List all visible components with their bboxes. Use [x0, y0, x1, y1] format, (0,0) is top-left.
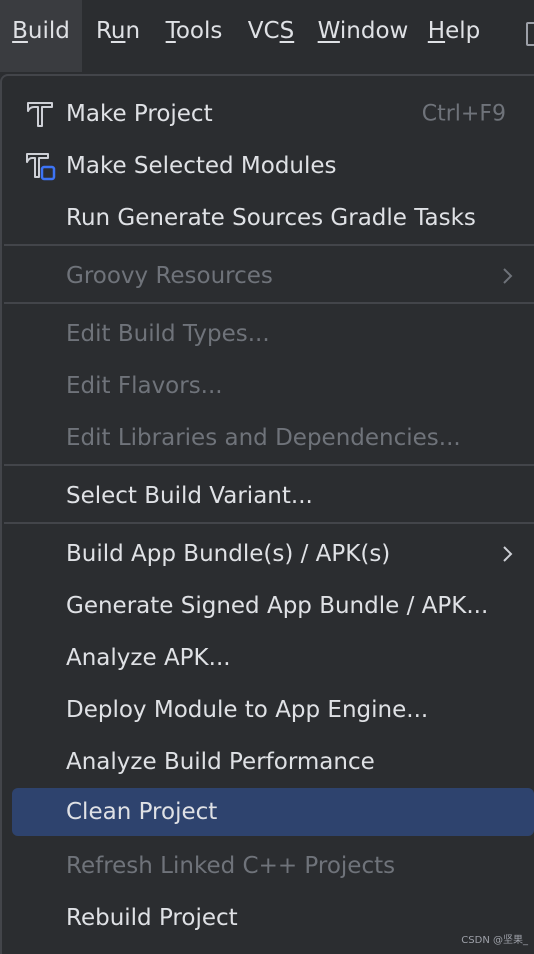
menu-run-pre: R	[96, 18, 111, 44]
menu-vcs-pre: VC	[248, 18, 280, 44]
window-control-icon[interactable]	[526, 22, 534, 46]
menu-vcs[interactable]: VCS	[234, 0, 308, 72]
build-menu-dropdown: Make Project Ctrl+F9 Make Selected Modul…	[0, 74, 534, 954]
menu-help-mnemonic: H	[428, 18, 445, 44]
menu-vcs-mnemonic: S	[280, 18, 295, 44]
menu-window-mnemonic: W	[318, 18, 340, 44]
menu-item-label: Edit Flavors...	[66, 373, 223, 399]
menu-item-label: Refresh Linked C++ Projects	[66, 853, 395, 879]
menu-item-rebuild-project[interactable]: Rebuild Project	[2, 892, 534, 944]
menu-item-label: Build App Bundle(s) / APK(s)	[66, 541, 390, 567]
menu-build[interactable]: Build	[0, 0, 82, 72]
menu-item-label: Analyze APK...	[66, 645, 231, 671]
menu-item-generate-signed[interactable]: Generate Signed App Bundle / APK...	[2, 580, 534, 632]
chevron-right-icon	[502, 266, 514, 286]
menu-item-clean-project[interactable]: Clean Project	[2, 788, 534, 840]
menu-item-label: Generate Signed App Bundle / APK...	[66, 593, 488, 619]
main-menu-bar: Build Run Tools VCS Window Help	[0, 0, 534, 72]
menu-item-edit-flavors: Edit Flavors...	[2, 360, 534, 412]
menu-item-run-generate-sources[interactable]: Run Generate Sources Gradle Tasks	[2, 192, 534, 244]
menu-item-label: Rebuild Project	[66, 905, 238, 931]
menu-item-refresh-linked-cpp: Refresh Linked C++ Projects	[2, 840, 534, 892]
shortcut-label: Ctrl+F9	[422, 102, 506, 127]
menu-separator	[4, 522, 534, 524]
menu-item-label: Edit Libraries and Dependencies...	[66, 425, 461, 451]
menu-item-label: Run Generate Sources Gradle Tasks	[66, 205, 476, 231]
menu-item-label: Deploy Module to App Engine...	[66, 697, 428, 723]
menu-tools-mnemonic: T	[166, 18, 176, 44]
menu-window-rest: indow	[340, 18, 408, 44]
menu-run-rest: n	[125, 18, 140, 44]
menu-separator	[4, 302, 534, 304]
menu-item-edit-libraries: Edit Libraries and Dependencies...	[2, 412, 534, 464]
menu-separator	[4, 244, 534, 246]
menu-item-label: Clean Project	[66, 799, 217, 825]
menu-run[interactable]: Run	[82, 0, 154, 72]
chevron-right-icon	[502, 544, 514, 564]
menu-run-mnemonic: u	[111, 18, 126, 44]
menu-window[interactable]: Window	[308, 0, 418, 72]
menu-item-select-build-variant[interactable]: Select Build Variant...	[2, 470, 534, 522]
menu-help[interactable]: Help	[418, 0, 490, 72]
hammer-module-icon	[24, 150, 56, 182]
menu-help-rest: elp	[445, 18, 480, 44]
menu-build-rest: uild	[28, 18, 70, 44]
menu-tools[interactable]: Tools	[154, 0, 234, 72]
menu-item-analyze-apk[interactable]: Analyze APK...	[2, 632, 534, 684]
menu-item-label: Analyze Build Performance	[66, 749, 375, 775]
menu-item-make-selected-modules[interactable]: Make Selected Modules	[2, 140, 534, 192]
menu-item-label: Groovy Resources	[66, 263, 273, 289]
menu-item-analyze-build-performance[interactable]: Analyze Build Performance	[2, 736, 534, 788]
menu-item-edit-build-types: Edit Build Types...	[2, 308, 534, 360]
menu-item-label: Make Selected Modules	[66, 153, 337, 179]
menu-build-mnemonic: B	[12, 18, 28, 44]
menu-item-build-app-bundle[interactable]: Build App Bundle(s) / APK(s)	[2, 528, 534, 580]
hammer-icon	[24, 98, 56, 130]
watermark-text: CSDN @坚果_	[461, 931, 528, 946]
menu-item-label: Select Build Variant...	[66, 483, 313, 509]
menu-item-make-project[interactable]: Make Project Ctrl+F9	[2, 88, 534, 140]
menu-tools-rest: ools	[176, 18, 223, 44]
menu-item-deploy-module[interactable]: Deploy Module to App Engine...	[2, 684, 534, 736]
menu-item-label: Edit Build Types...	[66, 321, 270, 347]
menu-separator	[4, 464, 534, 466]
menu-item-groovy-resources: Groovy Resources	[2, 250, 534, 302]
menu-item-label: Make Project	[66, 101, 213, 127]
